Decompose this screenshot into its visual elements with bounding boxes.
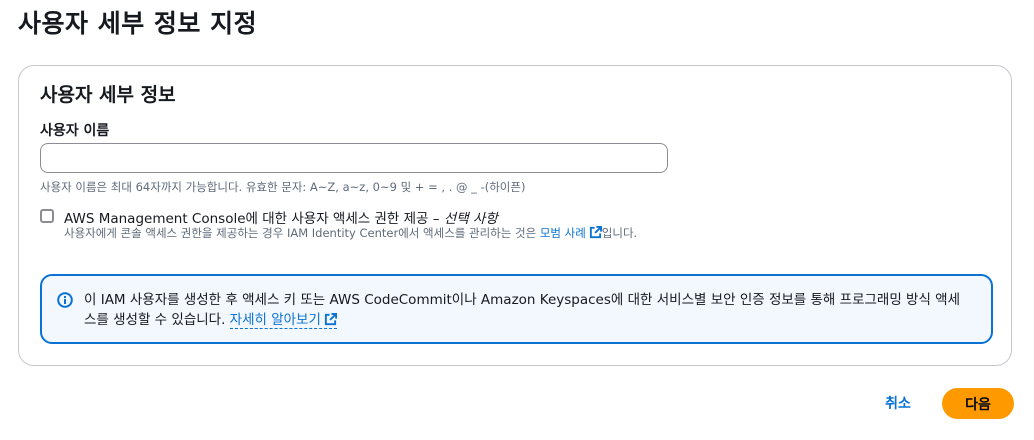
external-link-icon xyxy=(589,226,602,243)
username-label: 사용자 이름 xyxy=(40,123,110,139)
info-alert: 이 IAM 사용자를 생성한 후 액세스 키 또는 AWS CodeCommit… xyxy=(40,274,993,344)
next-button[interactable]: 다음 xyxy=(942,388,1014,419)
learn-more-link[interactable]: 자세히 알아보기 xyxy=(229,312,337,332)
info-icon xyxy=(57,292,73,313)
optional-tag: 선택 사항 xyxy=(443,211,498,227)
username-input[interactable] xyxy=(40,143,668,173)
learn-more-link-label: 자세히 알아보기 xyxy=(229,312,321,328)
user-details-panel: 사용자 세부 정보 사용자 이름 사용자 이름은 최대 64자까지 가능합니다.… xyxy=(18,65,1012,366)
console-access-label[interactable]: AWS Management Console에 대한 사용자 액세스 권한 제공… xyxy=(64,207,498,227)
panel-header: 사용자 세부 정보 xyxy=(40,84,176,106)
info-alert-message: 이 IAM 사용자를 생성한 후 액세스 키 또는 AWS CodeCommit… xyxy=(84,292,961,328)
external-link-icon xyxy=(324,312,337,332)
username-constraint: 사용자 이름은 최대 64자까지 가능합니다. 유효한 문자: A~Z, a~z… xyxy=(40,180,526,194)
info-alert-text: 이 IAM 사용자를 생성한 후 액세스 키 또는 AWS CodeCommit… xyxy=(84,290,964,332)
page-title: 사용자 세부 정보 지정 xyxy=(18,9,258,38)
console-access-desc-text: 사용자에게 콘솔 액세스 권한을 제공하는 경우 IAM Identity Ce… xyxy=(64,226,540,240)
best-practice-link[interactable]: 모범 사례 xyxy=(540,226,602,240)
console-access-desc-tail: 입니다. xyxy=(601,226,638,240)
cancel-button[interactable]: 취소 xyxy=(872,389,924,417)
best-practice-link-label: 모범 사례 xyxy=(539,226,586,240)
console-access-checkbox[interactable] xyxy=(40,209,54,223)
console-access-description: 사용자에게 콘솔 액세스 권한을 제공하는 경우 IAM Identity Ce… xyxy=(64,226,664,243)
console-access-label-text: AWS Management Console에 대한 사용자 액세스 권한 제공… xyxy=(64,211,444,227)
